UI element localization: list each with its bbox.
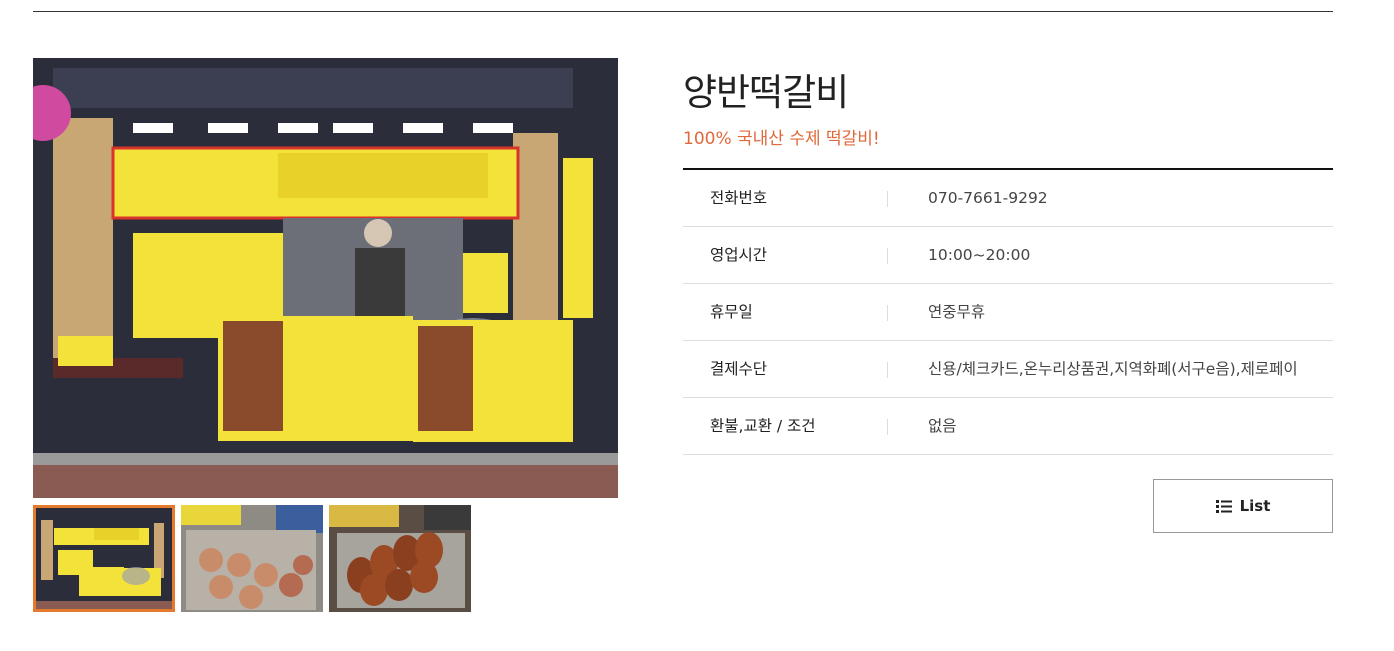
product-subtitle: 100% 국내산 수제 떡갈비! (683, 129, 880, 149)
info-label: 결제수단 (710, 360, 768, 378)
info-value: 070-7661-9292 (928, 189, 1048, 207)
column-divider (887, 191, 888, 207)
info-value: 10:00~20:00 (928, 246, 1031, 264)
info-row-refund: 환불,교환 / 조건 없음 (683, 398, 1333, 455)
list-button-label: List (1239, 497, 1271, 515)
gallery-thumbnail-storefront[interactable] (33, 505, 175, 612)
column-divider (887, 419, 888, 435)
top-divider (33, 11, 1333, 12)
info-value: 없음 (928, 417, 957, 435)
info-label: 환불,교환 / 조건 (710, 417, 816, 435)
info-label: 전화번호 (710, 189, 768, 207)
info-row-phone: 전화번호 070-7661-9292 (683, 170, 1333, 227)
info-value: 연중무휴 (928, 303, 986, 321)
info-label: 휴무일 (710, 303, 753, 321)
list-icon (1215, 499, 1232, 513)
info-row-payment: 결제수단 신용/체크카드,온누리상품권,지역화폐(서구e음),제로페이 (683, 341, 1333, 398)
product-title: 양반떡갈비 (683, 71, 849, 114)
column-divider (887, 362, 888, 378)
gallery-thumbnail-tray[interactable] (329, 505, 471, 612)
info-table: 전화번호 070-7661-9292 영업시간 10:00~20:00 휴무일 … (683, 168, 1333, 455)
info-value: 신용/체크카드,온누리상품권,지역화폐(서구e음),제로페이 (928, 360, 1298, 378)
info-label: 영업시간 (710, 246, 768, 264)
gallery-thumbnail-grill[interactable] (181, 505, 323, 612)
info-row-closed-days: 휴무일 연중무휴 (683, 284, 1333, 341)
column-divider (887, 305, 888, 321)
main-product-photo (33, 58, 618, 498)
list-button[interactable]: List (1153, 479, 1333, 533)
info-row-hours: 영업시간 10:00~20:00 (683, 227, 1333, 284)
column-divider (887, 248, 888, 264)
